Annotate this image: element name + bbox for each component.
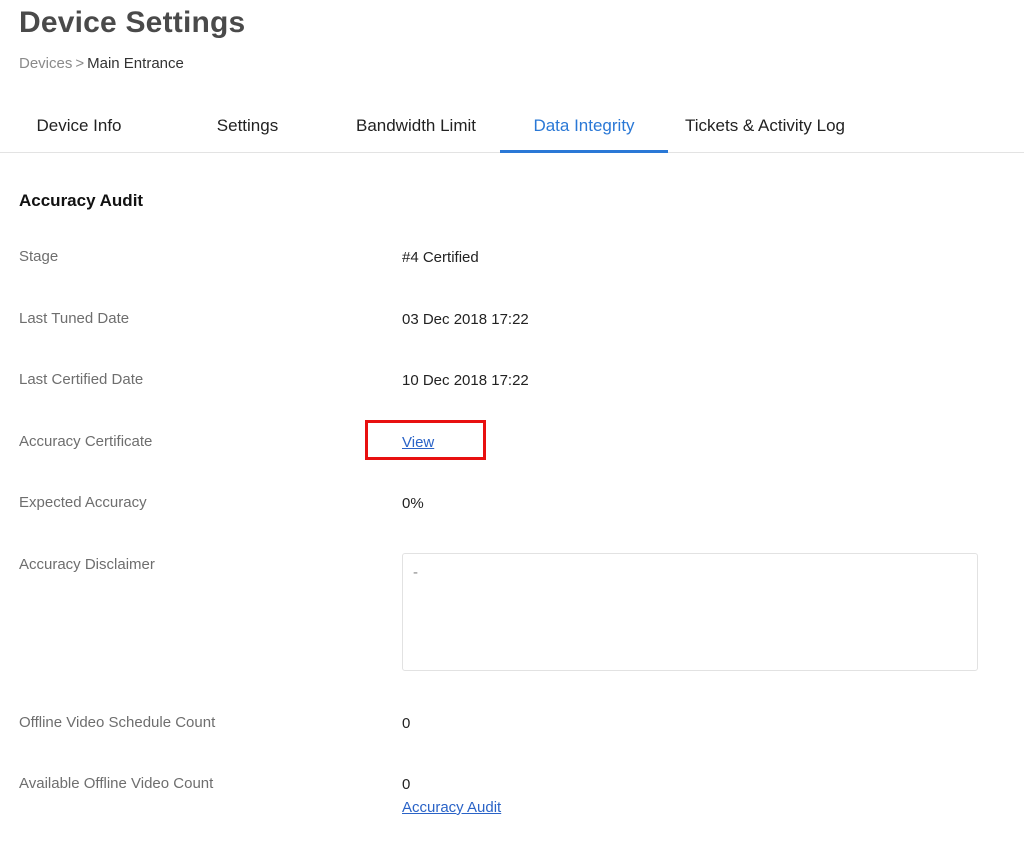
tab-data-integrity[interactable]: Data Integrity — [500, 100, 668, 153]
last-tuned-date-value: 03 Dec 2018 17:22 — [402, 311, 529, 328]
tab-bar: Device Info Settings Bandwidth Limit Dat… — [0, 100, 1024, 153]
stage-label: Stage — [19, 248, 59, 265]
expected-accuracy-label: Expected Accuracy — [19, 494, 147, 511]
last-tuned-date-label: Last Tuned Date — [19, 310, 130, 327]
accuracy-disclaimer-textarea[interactable]: - — [402, 553, 978, 671]
breadcrumb-devices-link[interactable]: Devices — [19, 55, 72, 72]
page-title: Device Settings — [19, 6, 246, 39]
highlight-box — [365, 420, 486, 460]
section-title: Accuracy Audit — [19, 191, 144, 210]
expected-accuracy-value: 0% — [402, 495, 424, 512]
breadcrumb-current: Main Entrance — [87, 55, 184, 72]
tab-device-info[interactable]: Device Info — [19, 100, 139, 150]
available-offline-video-count-label: Available Offline Video Count — [19, 775, 214, 792]
accuracy-disclaimer-label: Accuracy Disclaimer — [19, 556, 155, 573]
last-certified-date-value: 10 Dec 2018 17:22 — [402, 372, 529, 389]
stage-value: #4 Certified — [402, 249, 479, 266]
offline-video-schedule-count-label: Offline Video Schedule Count — [19, 714, 216, 731]
breadcrumb-separator: > — [75, 55, 85, 72]
last-certified-date-label: Last Certified Date — [19, 371, 144, 388]
offline-video-schedule-count-value: 0 — [402, 715, 411, 732]
breadcrumb: Devices > Main Entrance — [19, 55, 184, 72]
tab-bandwidth-limit[interactable]: Bandwidth Limit — [340, 100, 492, 150]
accuracy-certificate-label: Accuracy Certificate — [19, 433, 153, 450]
tab-settings[interactable]: Settings — [190, 100, 305, 150]
tab-tickets-activity-log[interactable]: Tickets & Activity Log — [675, 100, 855, 150]
accuracy-audit-link[interactable]: Accuracy Audit — [402, 799, 501, 816]
available-offline-video-count-value: 0 — [402, 776, 411, 793]
